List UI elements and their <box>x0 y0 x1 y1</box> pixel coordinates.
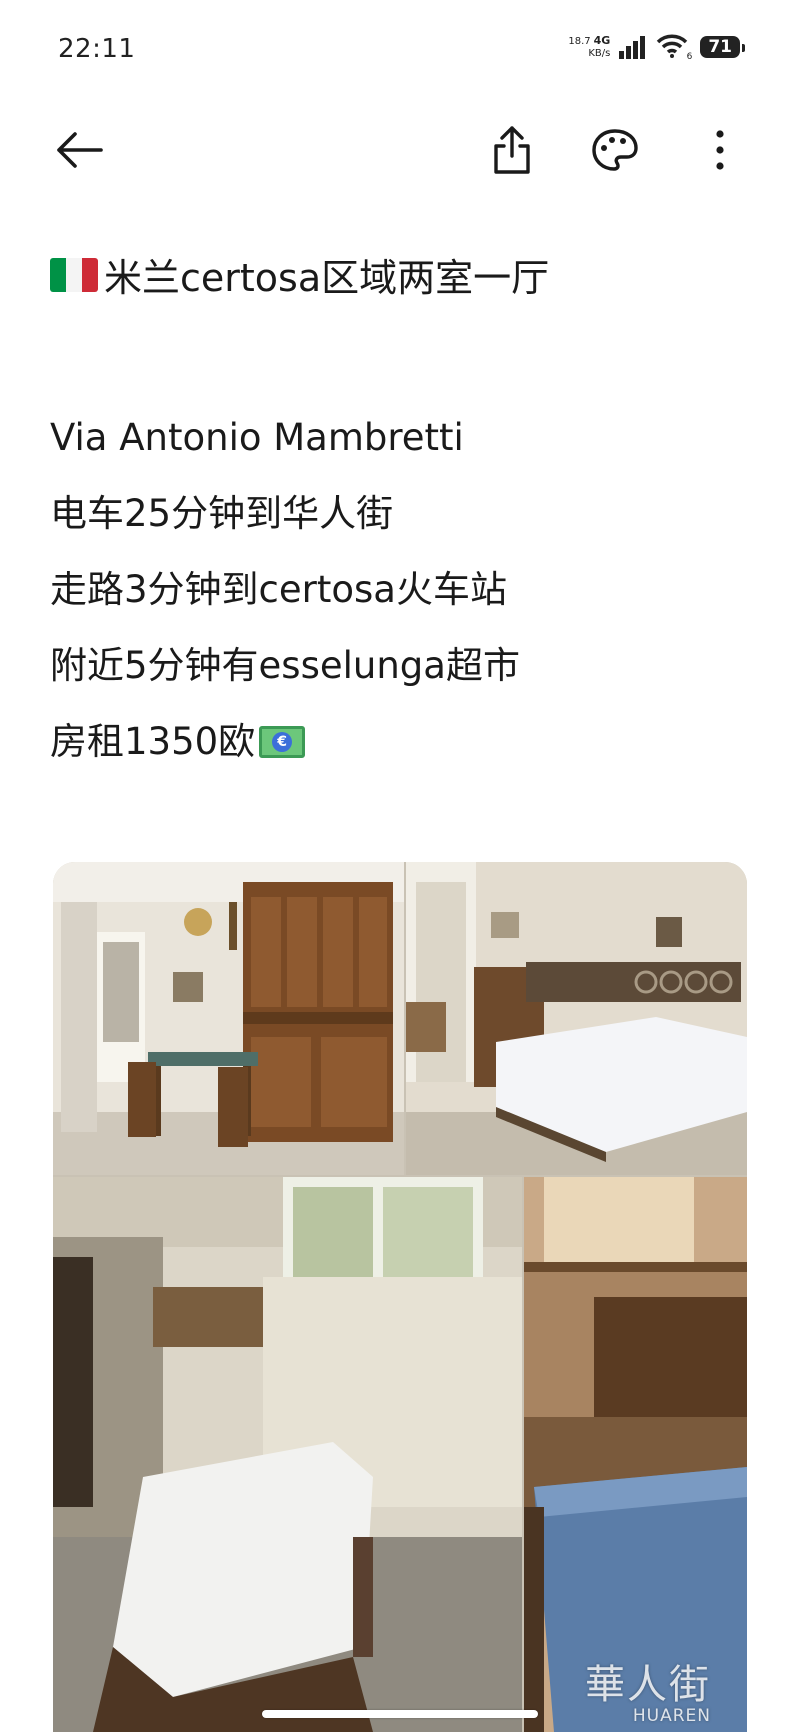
note-line-supermarket: 附近5分钟有esselunga超市 <box>50 644 520 687</box>
net-speed-unit: KB/s <box>588 47 611 59</box>
note-line-rent: 房租1350欧 € <box>50 704 520 780</box>
back-button[interactable] <box>50 120 110 180</box>
photo-bedroom-double[interactable] <box>406 862 747 1175</box>
status-time: 22:11 <box>58 34 136 64</box>
watermark: 華人街 HUAREN <box>585 1652 711 1726</box>
italy-flag-icon <box>50 257 98 292</box>
note-line-tram: 电车25分钟到华人街 <box>50 492 394 535</box>
note-title: 米兰certosa区域两室一厅 <box>50 247 549 302</box>
share-button[interactable] <box>482 120 542 180</box>
arrow-left-icon <box>57 132 103 168</box>
photo-bedroom-single[interactable] <box>53 1177 522 1732</box>
wifi-badge: 6 <box>686 52 693 62</box>
battery-indicator: 71 <box>700 36 745 58</box>
watermark-cn: 華人街 <box>585 1662 711 1708</box>
palette-icon <box>592 129 638 171</box>
note-toolbar <box>0 110 800 190</box>
status-icons: 18.7 4G KB/s 6 71 <box>568 33 745 62</box>
euro-banknote-icon: € <box>259 726 306 758</box>
photo-collage[interactable]: 華人街 HUAREN <box>53 862 747 1732</box>
wifi-icon: 6 <box>656 34 693 62</box>
note-body: Via Antonio Mambretti 电车25分钟到华人街 走路3分钟到c… <box>50 400 520 780</box>
more-vertical-icon <box>716 130 724 170</box>
note-line-rent-text: 房租1350欧 <box>50 720 256 763</box>
more-button[interactable] <box>690 120 750 180</box>
note-title-text: 米兰certosa区域两室一厅 <box>104 256 550 300</box>
note-line-address: Via Antonio Mambretti <box>50 416 464 459</box>
signal-icon <box>619 36 646 59</box>
net-speed-value: 18.7 <box>568 35 591 47</box>
photo-living-room[interactable] <box>53 862 404 1175</box>
status-bar: 22:11 18.7 4G KB/s 6 71 <box>0 0 800 100</box>
network-type: 4G <box>593 33 611 47</box>
note-line-walk: 走路3分钟到certosa火车站 <box>50 568 507 611</box>
network-speed: 18.7 4G KB/s <box>568 33 611 60</box>
photo-bedroom-single-2[interactable] <box>524 1177 747 1732</box>
share-icon <box>494 126 530 174</box>
theme-button[interactable] <box>585 120 645 180</box>
home-indicator[interactable] <box>262 1710 538 1718</box>
